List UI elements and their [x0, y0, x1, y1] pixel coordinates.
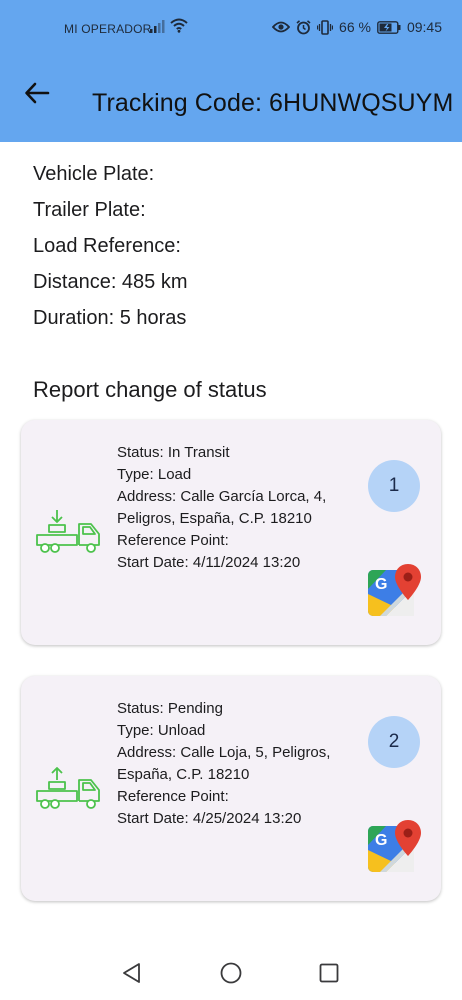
nav-home-button[interactable]: [220, 962, 242, 984]
square-recent-icon: [319, 963, 339, 987]
status-bar: MI OPERADOR 66 % 09:45: [0, 0, 462, 58]
eye-icon: [272, 21, 291, 33]
alarm-icon: [296, 19, 311, 35]
svg-text:G: G: [375, 832, 387, 849]
google-maps-icon: G: [366, 564, 422, 622]
system-nav-bar: [0, 948, 462, 1000]
stop-details: Status: Pending Type: Unload Address: Ca…: [117, 698, 357, 830]
signal-icon: [150, 19, 166, 36]
google-maps-button[interactable]: G: [366, 562, 422, 618]
truck-load-icon: [35, 508, 103, 554]
stop-status: Status: Pending: [117, 700, 223, 717]
google-maps-button[interactable]: G: [366, 818, 422, 874]
circle-home-icon: [220, 962, 242, 988]
stop-number-badge: 2: [368, 716, 420, 768]
shipment-info: Vehicle Plate: Trailer Plate: Load Refer…: [33, 160, 433, 340]
carrier-name: MI OPERADOR: [64, 22, 152, 36]
vehicle-plate: Vehicle Plate:: [33, 163, 155, 185]
duration: Duration: 5 horas: [33, 307, 187, 329]
stop-details: Status: In Transit Type: Load Address: C…: [117, 442, 357, 574]
nav-recent-button[interactable]: [319, 963, 339, 983]
back-button[interactable]: [20, 80, 54, 110]
stop-card[interactable]: Status: In Transit Type: Load Address: C…: [21, 420, 441, 645]
truck-unload-icon: [35, 764, 103, 810]
arrow-left-icon: [24, 82, 50, 109]
battery-icon: [377, 20, 401, 34]
page-title: Tracking Code: 6HUNWQSUYM: [92, 89, 454, 117]
svg-text:G: G: [375, 576, 387, 593]
app-bar: MI OPERADOR 66 % 09:45 Tracking Code: 6H…: [0, 0, 462, 142]
stop-start-date: Start Date: 4/25/2024 13:20: [117, 810, 302, 827]
status-icons: 66 % 09:45: [272, 19, 442, 35]
battery-percent: 66 %: [339, 19, 371, 35]
stop-reference-point: Reference Point:: [117, 788, 229, 805]
stop-type: Type: Unload: [117, 722, 206, 739]
stop-start-date: Start Date: 4/11/2024 13:20: [117, 554, 301, 571]
vibrate-icon: [317, 19, 334, 35]
load-reference: Load Reference:: [33, 235, 181, 257]
stop-card[interactable]: Status: Pending Type: Unload Address: Ca…: [21, 676, 441, 901]
stop-number-badge: 1: [368, 460, 420, 512]
stop-address: Address: Calle García Lorca, 4, Peligros…: [117, 488, 327, 527]
triangle-back-icon: [121, 963, 143, 988]
stop-address: Address: Calle Loja, 5, Peligros, España…: [117, 744, 331, 783]
nav-back-button[interactable]: [121, 962, 143, 984]
clock-time: 09:45: [406, 19, 442, 35]
stop-type: Type: Load: [117, 466, 192, 483]
stop-status: Status: In Transit: [117, 444, 230, 461]
trailer-plate: Trailer Plate:: [33, 199, 146, 221]
google-maps-icon: G: [366, 820, 422, 878]
section-title: Report change of status: [33, 377, 267, 402]
wifi-icon: [170, 18, 188, 36]
distance: Distance: 485 km: [33, 271, 188, 293]
stop-reference-point: Reference Point:: [117, 532, 229, 549]
